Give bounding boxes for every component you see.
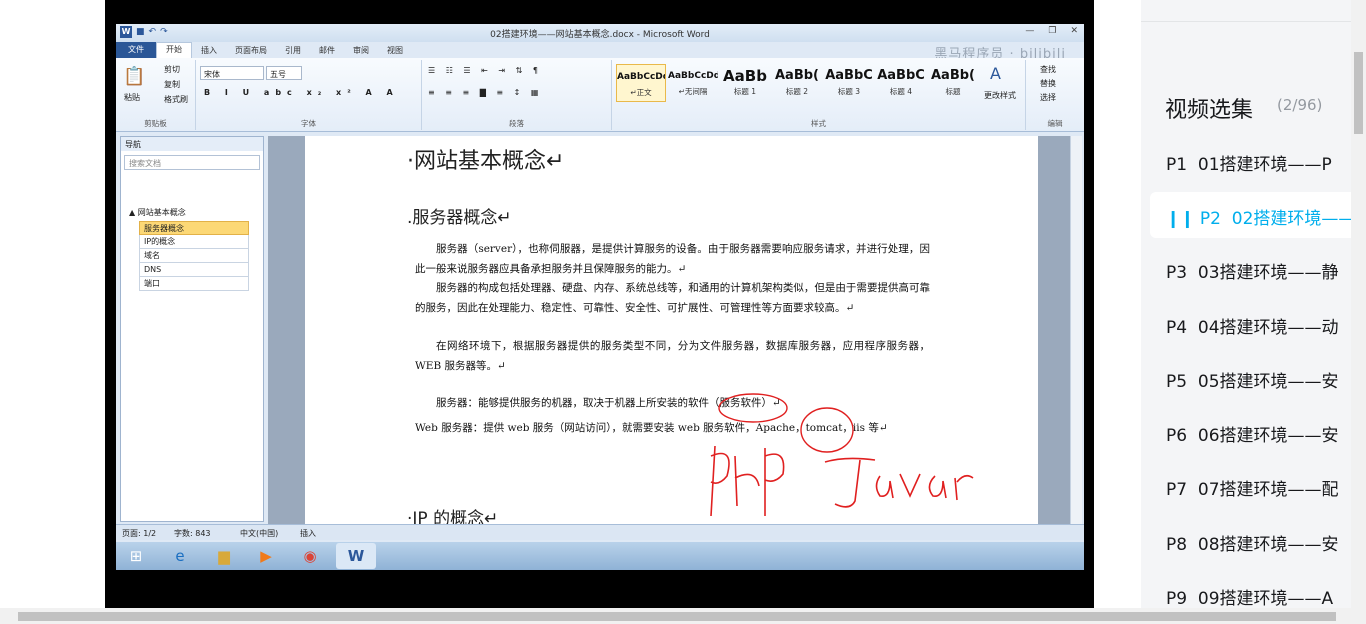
style-no-spacing[interactable]: AaBbCcDd ↵无间隔 xyxy=(668,64,718,102)
editing-label: 编辑 xyxy=(1047,119,1063,128)
episode-item[interactable]: P7 07搭建环境——配 xyxy=(1166,475,1339,500)
style-heading-3[interactable]: AaBbC 标题 3 xyxy=(824,64,874,102)
tab-view[interactable]: 视图 xyxy=(378,45,412,56)
playlist-title: 视频选集 xyxy=(1165,98,1254,123)
nav-header: 导航 xyxy=(121,137,263,151)
status-bar: 页面: 1/2 字数: 843 中文(中国) 插入 xyxy=(116,524,1084,540)
nav-search-input[interactable]: 搜索文档 xyxy=(124,155,260,170)
explorer-icon[interactable]: ▆ xyxy=(204,543,244,569)
doc-heading-2: .服务器概念↵ xyxy=(407,208,512,228)
ie-icon[interactable]: e xyxy=(160,543,200,569)
format-painter-button[interactable]: 格式刷 xyxy=(164,94,188,105)
replace-button[interactable]: 替换 xyxy=(1040,78,1056,89)
nav-item-ip[interactable]: IP的概念 xyxy=(139,235,249,249)
document-page[interactable]: ·网站基本概念↵ .服务器概念↵ 服务器（server），也称伺服器，是提供计算… xyxy=(305,136,1038,524)
doc-heading-3: ·IP 的概念↵ xyxy=(407,509,499,524)
align-buttons[interactable]: ≡ ≡ ≡ ▇ ≡ ↕ ▦ xyxy=(428,88,542,97)
change-styles-icon[interactable]: A xyxy=(990,64,1001,83)
word-window: W ■ ↶ ↷ 02搭建环境——网站基本概念.docx - Microsoft … xyxy=(116,24,1084,542)
tab-references[interactable]: 引用 xyxy=(276,45,310,56)
style-title[interactable]: AaBb( 标题 xyxy=(928,64,978,102)
episode-item[interactable]: P3 03搭建环境——静 xyxy=(1166,258,1339,283)
clipboard-group: 📋 粘贴 剪切 复制 格式刷 剪贴板 xyxy=(116,60,196,130)
close-icon[interactable]: ✕ xyxy=(1070,26,1078,36)
page-vertical-scrollbar[interactable] xyxy=(1351,0,1366,608)
episode-item[interactable]: P4 04搭建环境——动 xyxy=(1166,313,1339,338)
media-player-icon[interactable]: ▶ xyxy=(246,543,286,569)
style-normal[interactable]: AaBbCcDd ↵正文 xyxy=(616,64,666,102)
style-heading-4[interactable]: AaBbC 标题 4 xyxy=(876,64,926,102)
handwriting-annotation xyxy=(710,393,974,517)
styles-label: 样式 xyxy=(811,119,826,128)
word-count: 字数: 843 xyxy=(174,529,211,538)
nav-root[interactable]: ▲ 网站基本概念 xyxy=(129,207,249,221)
navigation-pane: 导航 搜索文档 ▲ 网站基本概念 服务器概念 IP的概念 域名 DNS 端口 xyxy=(120,136,264,522)
styles-group: AaBbCcDd ↵正文 AaBbCcDd ↵无间隔 AaBb 标题 1 AaB… xyxy=(612,60,1026,130)
language[interactable]: 中文(中国) xyxy=(240,528,278,539)
change-styles-button[interactable]: 更改样式 xyxy=(984,90,1016,101)
episode-item[interactable]: P9 09搭建环境——A xyxy=(1166,584,1333,608)
playlist-count: (2/96) xyxy=(1277,96,1323,114)
episode-item[interactable]: P1 01搭建环境——P xyxy=(1166,150,1332,175)
ribbon: 📋 粘贴 剪切 复制 格式刷 剪贴板 宋体 五号 B I U abc x₂ x²… xyxy=(116,58,1084,132)
tab-mailings[interactable]: 邮件 xyxy=(310,45,344,56)
window-title: 02搭建环境——网站基本概念.docx - Microsoft Word xyxy=(490,30,710,40)
style-heading-2[interactable]: AaBb( 标题 2 xyxy=(772,64,822,102)
paste-button[interactable]: 粘贴 xyxy=(124,92,140,103)
insert-mode[interactable]: 插入 xyxy=(300,528,316,539)
document-area: ·网站基本概念↵ .服务器概念↵ 服务器（server），也称伺服器，是提供计算… xyxy=(268,136,1070,524)
font-label: 字体 xyxy=(301,119,316,128)
tab-review[interactable]: 审阅 xyxy=(344,45,378,56)
restore-icon[interactable]: ❐ xyxy=(1048,26,1056,36)
tab-file[interactable]: 文件 xyxy=(116,42,156,58)
cut-button[interactable]: 剪切 xyxy=(164,64,180,75)
clipboard-label: 剪贴板 xyxy=(144,119,167,128)
paste-icon[interactable]: 📋 xyxy=(123,66,145,87)
paragraph-label: 段落 xyxy=(509,119,524,128)
taskbar: ⊞ e ▆ ▶ ◉ W xyxy=(116,542,1084,570)
scroll-thumb[interactable] xyxy=(1354,52,1363,134)
paragraph-group: ☰ ☷ ☰ ⇤ ⇥ ⇅ ¶ ≡ ≡ ≡ ▇ ≡ ↕ ▦ 段落 xyxy=(422,60,612,130)
page-count: 页面: 1/2 xyxy=(122,529,157,538)
minimize-icon[interactable]: — xyxy=(1025,26,1034,36)
title-bar: W ■ ↶ ↷ 02搭建环境——网站基本概念.docx - Microsoft … xyxy=(116,24,1084,42)
sidebar-top-bar xyxy=(1141,0,1366,22)
episode-item[interactable]: P6 06搭建环境——安 xyxy=(1166,421,1339,446)
list-buttons[interactable]: ☰ ☷ ☰ ⇤ ⇥ ⇅ ¶ xyxy=(428,66,542,75)
nav-tree: ▲ 网站基本概念 服务器概念 IP的概念 域名 DNS 端口 xyxy=(129,207,249,291)
page-horizontal-scrollbar[interactable] xyxy=(0,608,1366,624)
tab-insert[interactable]: 插入 xyxy=(192,45,226,56)
nav-item-dns[interactable]: DNS xyxy=(139,263,249,277)
doc-paragraph: 在网络环境下，根据服务器提供的服务类型不同，分为文件服务器，数据库服务器，应用程… xyxy=(415,340,930,372)
style-heading-1[interactable]: AaBb 标题 1 xyxy=(720,64,770,102)
scroll-thumb[interactable] xyxy=(18,612,1336,621)
select-button[interactable]: 选择 xyxy=(1040,92,1056,103)
doc-paragraph: 服务器的构成包括处理器、硬盘、内存、系统总线等，和通用的计算机架构类似，但是由于… xyxy=(415,282,930,314)
vertical-scrollbar[interactable] xyxy=(1070,136,1082,524)
nav-item-port[interactable]: 端口 xyxy=(139,277,249,291)
ribbon-tabs: 文件 开始 插入 页面布局 引用 邮件 审阅 视图 黑马程序员 · bilibi… xyxy=(116,42,1084,62)
find-button[interactable]: 查找 xyxy=(1040,64,1056,75)
tab-home[interactable]: 开始 xyxy=(156,42,192,58)
playing-icon: ❙❙ xyxy=(1166,209,1195,229)
font-name-select[interactable]: 宋体 xyxy=(200,66,264,80)
start-icon[interactable]: ⊞ xyxy=(118,543,154,569)
nav-item-domain[interactable]: 域名 xyxy=(139,249,249,263)
word-taskbar-icon[interactable]: W xyxy=(336,543,376,569)
tab-page-layout[interactable]: 页面布局 xyxy=(226,45,276,56)
doc-paragraph: 服务器（server），也称伺服器，是提供计算服务的设备。由于服务器需要响应服务… xyxy=(415,243,930,275)
editing-group: 查找 替换 选择 编辑 xyxy=(1026,60,1084,130)
episode-list: 视频选集 (2/96) P1 01搭建环境——P ❙❙ P2 02搭建环境—— … xyxy=(1141,72,1353,608)
chrome-icon[interactable]: ◉ xyxy=(290,543,330,569)
nav-item-server[interactable]: 服务器概念 xyxy=(139,221,249,235)
copy-button[interactable]: 复制 xyxy=(164,79,180,90)
episode-item[interactable]: P8 08搭建环境——安 xyxy=(1166,530,1339,555)
font-format-buttons[interactable]: B I U abc x₂ x² A A xyxy=(204,88,399,97)
font-size-select[interactable]: 五号 xyxy=(266,66,302,80)
doc-heading-1: ·网站基本概念↵ xyxy=(407,149,565,174)
episode-item-active[interactable]: ❙❙ P2 02搭建环境—— xyxy=(1166,204,1353,229)
video-sidebar: 视频选集 (2/96) P1 01搭建环境——P ❙❙ P2 02搭建环境—— … xyxy=(1141,0,1366,608)
font-group: 宋体 五号 B I U abc x₂ x² A A 字体 xyxy=(196,60,422,130)
episode-item[interactable]: P5 05搭建环境——安 xyxy=(1166,367,1339,392)
